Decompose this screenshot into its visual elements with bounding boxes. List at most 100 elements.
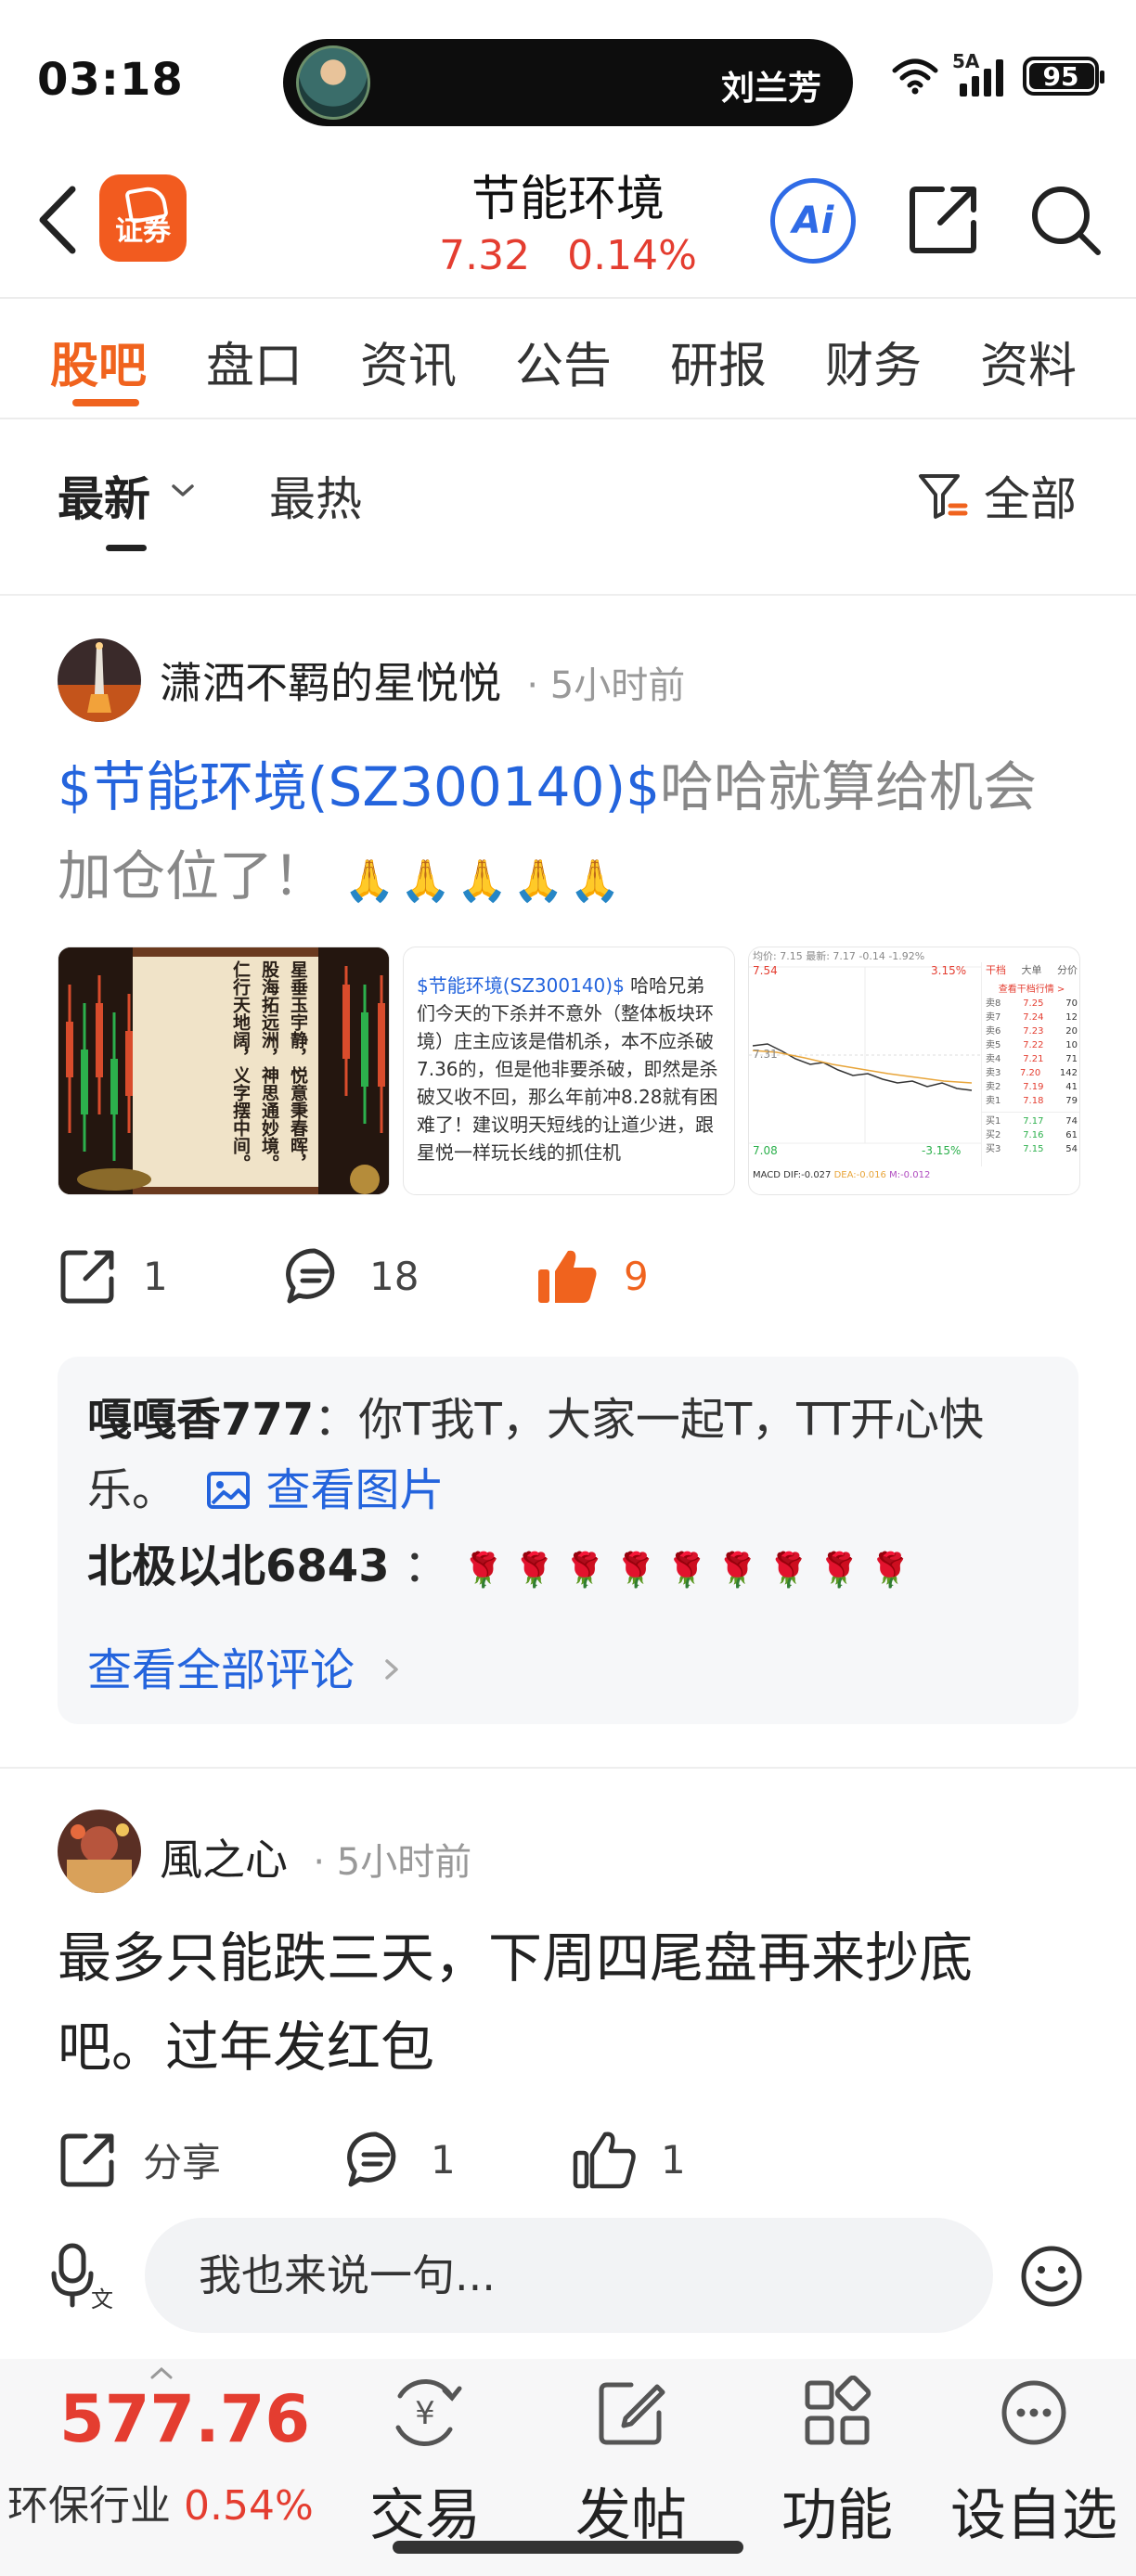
- post-label: 发帖: [575, 2483, 687, 2548]
- order-book-row: 卖6 7.23 20: [986, 1026, 1078, 1037]
- sector-change: 0.54%: [184, 2482, 314, 2530]
- share-count: 1: [143, 1253, 168, 1299]
- ai-label: Ai: [792, 200, 834, 242]
- view-all-comments-link[interactable]: 查看全部评论: [87, 1633, 402, 1698]
- call-indicator[interactable]: 刘兰芳: [283, 39, 853, 126]
- view-image-label: 查看图片: [265, 1464, 445, 1516]
- like-action[interactable]: 9: [535, 1245, 649, 1307]
- sort-bar: 最新 最热 全部: [0, 419, 1136, 596]
- post-divider: [0, 1767, 1136, 1769]
- network-type: 5A: [952, 50, 980, 72]
- post-image-poem[interactable]: 星垂玉宇静，悦意秉春晖， 股海拓远洲，神思通妙境。 仁行天地阔，义字摆中间。: [58, 947, 390, 1195]
- commenter-name[interactable]: 嘎嘎香777: [87, 1394, 314, 1446]
- thumbs-up-icon: [573, 2132, 636, 2189]
- tab-research[interactable]: 研报: [670, 327, 767, 396]
- post-author[interactable]: 風之心: [160, 1835, 288, 1885]
- order-book-row: 买1 7.17 74: [982, 1112, 1079, 1128]
- nav-header: 证券 节能环境 7.32 0.14% Ai: [0, 139, 1136, 297]
- share-action[interactable]: 1: [58, 1245, 168, 1307]
- order-book-row: 卖1 7.18 79: [986, 1096, 1078, 1106]
- poem-text: 星垂玉宇静，悦意秉春晖， 股海拓远洲，神思通妙境。 仁行天地阔，义字摆中间。: [230, 960, 308, 1172]
- emoji-icon[interactable]: [1019, 2244, 1084, 2309]
- order-book-row: 卖2 7.19 41: [986, 1082, 1078, 1092]
- view-image-link[interactable]: 查看图片: [190, 1464, 445, 1516]
- post-author-line: 潇洒不羁的星悦悦 · 5小时前: [160, 658, 686, 708]
- share-icon: [60, 1250, 114, 1304]
- share-action[interactable]: 分享: [58, 2129, 221, 2190]
- avatar[interactable]: [58, 1810, 141, 1893]
- sort-latest[interactable]: 最新: [58, 462, 150, 529]
- note-text: 哈哈兄弟们今天的下杀并不意外（整体板块环境）庄主应该是借机杀，本不应杀破7.36…: [417, 974, 718, 1164]
- tab-guba[interactable]: 股吧: [50, 327, 147, 396]
- sort-hot[interactable]: 最热: [269, 462, 362, 529]
- sector-name: 环保行业: [7, 2482, 171, 2530]
- filter-label: 全部: [984, 472, 1077, 526]
- post-time: 5小时前: [549, 664, 686, 707]
- share-icon[interactable]: [905, 180, 983, 258]
- filter-button[interactable]: 全部: [915, 462, 1077, 529]
- tab-pankou[interactable]: 盘口: [206, 327, 303, 396]
- active-tab-indicator: [72, 399, 139, 406]
- cellular-signal-icon: 5A: [952, 50, 1010, 97]
- order-book-row: 卖7 7.24 12: [986, 1012, 1078, 1023]
- chart-down-pct: -3.15%: [922, 1144, 962, 1157]
- search-icon[interactable]: [1026, 180, 1104, 258]
- tab-announcements[interactable]: 公告: [515, 327, 612, 396]
- rose-emoji: 🌹🌹🌹🌹🌹🌹🌹🌹🌹: [462, 1552, 921, 1590]
- comment-icon: [286, 1248, 335, 1304]
- functions-button[interactable]: 功能: [744, 2375, 930, 2551]
- clock: 03:18: [37, 54, 184, 106]
- more-icon: [1001, 2380, 1066, 2445]
- pray-emoji: 🙏🙏🙏🙏🙏: [343, 857, 626, 905]
- tab-news[interactable]: 资讯: [360, 327, 457, 396]
- home-indicator[interactable]: [393, 2541, 743, 2554]
- status-bar: 03:18 刘兰芳 5A 95: [0, 0, 1136, 139]
- order-book: 干档 大单 分价 查看干档行情 > 卖8 7.25 70 卖7 7.24 12 卖6 7.23…: [981, 962, 1079, 1166]
- chevron-down-icon[interactable]: [171, 483, 195, 499]
- status-icons: 5A 95: [891, 50, 1104, 97]
- ai-assistant-button[interactable]: Ai: [770, 178, 856, 264]
- commenter-name[interactable]: 北极以北6843: [87, 1540, 390, 1592]
- stock-mention-link[interactable]: $节能环境(SZ300140)$: [58, 755, 660, 818]
- expand-up-icon[interactable]: [148, 2366, 174, 2379]
- comment-action[interactable]: 1: [345, 2129, 456, 2190]
- chart-mid: 7.31: [753, 1048, 778, 1061]
- post-image-note[interactable]: $节能环境(SZ300140)$ 哈哈兄弟们今天的下杀并不意外（整体板块环境）庄…: [403, 947, 735, 1195]
- comment-text: ：: [403, 1540, 448, 1592]
- intraday-chart: [749, 966, 981, 1144]
- tab-financials[interactable]: 财务: [825, 327, 922, 396]
- comment-preview-item: 嘎嘎香777：你T我T，大家一起T，TT开心快乐。 查看图片: [87, 1385, 1052, 1526]
- chart-low: 7.08: [753, 1144, 778, 1157]
- chart-header: 均价: 7.15 最新: 7.17 -0.14 -1.92%: [753, 950, 925, 962]
- caller-avatar: [296, 45, 370, 120]
- chart-high: 7.54: [753, 964, 778, 977]
- caller-name: 刘兰芳: [720, 70, 821, 108]
- compose-icon: [599, 2382, 665, 2445]
- add-watchlist-button[interactable]: 设自选: [941, 2376, 1127, 2551]
- trade-icon: ¥: [395, 2378, 462, 2447]
- stock-change-pct: 0.14%: [567, 232, 697, 279]
- stock-tabs: 股吧 盘口 资讯 公告 研报 财务 资料: [0, 299, 1136, 418]
- sector-index-value[interactable]: 577.76: [59, 2381, 310, 2457]
- svg-text:文: 文: [91, 2286, 113, 2311]
- order-book-row: 买2 7.16 61: [986, 1130, 1078, 1140]
- sector-ticker[interactable]: 环保行业 0.54%: [7, 2472, 314, 2531]
- post-image-chart[interactable]: 均价: 7.15 最新: 7.17 -0.14 -1.92% 7.54 3.15…: [748, 947, 1080, 1195]
- post-body[interactable]: $节能环境(SZ300140)$哈哈就算给机会加仓位了！ 🙏🙏🙏🙏🙏: [58, 742, 1078, 926]
- tab-profile[interactable]: 资料: [980, 327, 1077, 396]
- functions-label: 功能: [781, 2483, 893, 2548]
- order-book-row: 卖8 7.25 70: [986, 998, 1078, 1009]
- avatar[interactable]: [58, 638, 141, 722]
- post-button[interactable]: 发帖: [538, 2376, 724, 2551]
- post-body[interactable]: 最多只能跌三天，下周四尾盘再来抄底吧。过年发红包: [58, 1913, 1041, 2092]
- like-action[interactable]: 1: [572, 2129, 686, 2190]
- note-stock-tag: $节能环境(SZ300140)$: [417, 974, 625, 997]
- post-author-line: 風之心 · 5小时前: [160, 1835, 472, 1885]
- comment-preview-box[interactable]: 嘎嘎香777：你T我T，大家一起T，TT开心快乐。 查看图片 北极以北6843 …: [58, 1357, 1078, 1724]
- post-author[interactable]: 潇洒不羁的星悦悦: [160, 658, 501, 708]
- comment-input[interactable]: 我也来说一句...: [145, 2218, 993, 2333]
- chevron-right-icon: [385, 1659, 399, 1680]
- trade-button[interactable]: ¥ 交易: [332, 2376, 518, 2551]
- voice-input-icon[interactable]: 文: [48, 2242, 113, 2311]
- comment-action[interactable]: 18: [284, 1245, 419, 1307]
